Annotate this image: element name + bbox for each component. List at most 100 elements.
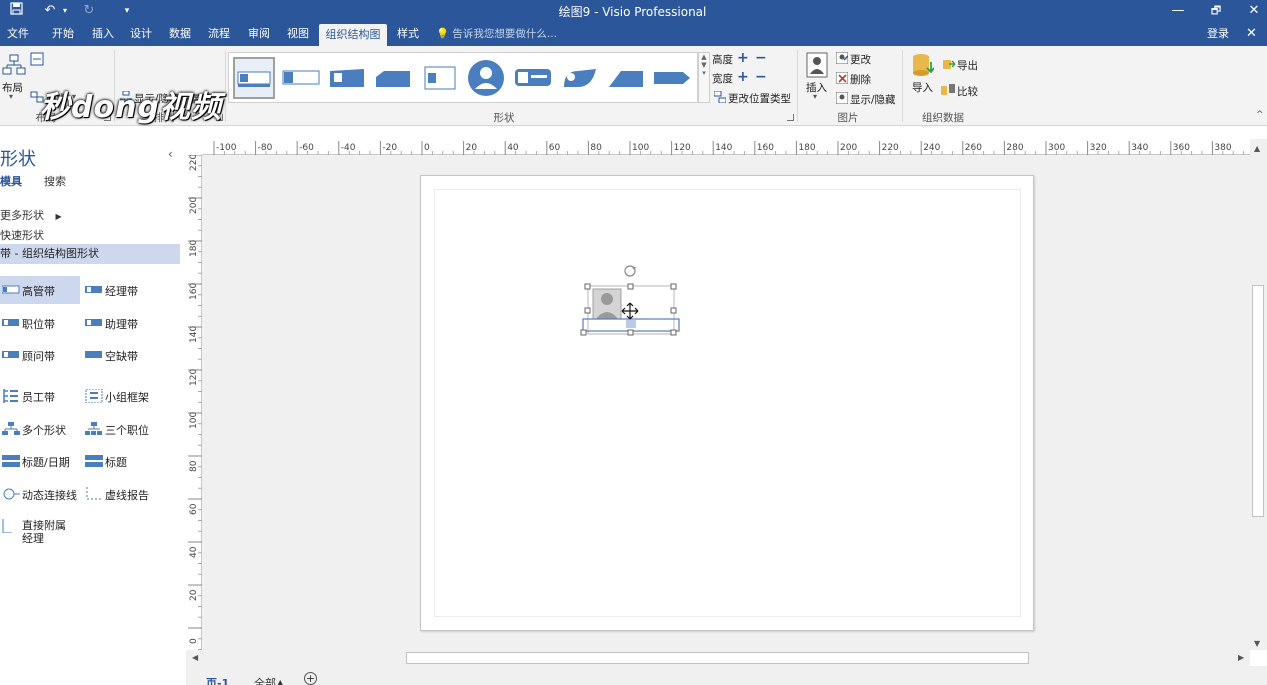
resize-handle[interactable] bbox=[627, 283, 634, 290]
tab-design[interactable]: 设计 bbox=[122, 22, 160, 46]
layout-icon[interactable] bbox=[2, 54, 26, 80]
stencil-header[interactable]: 带 - 组织结构图形状 bbox=[0, 244, 180, 264]
quick-shapes-link[interactable]: 快速形状 bbox=[0, 227, 44, 243]
scroll-up-icon[interactable]: ▲ bbox=[1254, 144, 1260, 153]
shape-item-vacancy[interactable]: 空缺带 bbox=[83, 341, 173, 369]
login-link[interactable]: 登录 bbox=[1207, 22, 1229, 46]
gallery-style-3[interactable] bbox=[326, 57, 368, 99]
import-data-button[interactable]: 导入 bbox=[912, 80, 933, 95]
gallery-style-1[interactable] bbox=[233, 57, 275, 99]
tell-me-box[interactable]: 💡 告诉我您想要做什么... bbox=[436, 22, 557, 46]
shape-item-dotted-line-report[interactable]: 虚线报告 bbox=[83, 480, 173, 508]
layout-dropdown-icon[interactable]: ▾ bbox=[9, 92, 13, 101]
resize-handle[interactable] bbox=[670, 307, 677, 314]
resize-handle[interactable] bbox=[580, 329, 587, 336]
shapes-launcher-icon[interactable] bbox=[787, 114, 794, 121]
shape-item-position[interactable]: 职位带 bbox=[0, 309, 80, 337]
export-data-icon[interactable] bbox=[943, 58, 956, 70]
save-icon[interactable] bbox=[8, 2, 24, 20]
page-tab-1[interactable]: 页-1 bbox=[206, 675, 229, 685]
customize-qat-icon[interactable]: ▾ bbox=[120, 2, 134, 20]
resize-handle[interactable] bbox=[584, 307, 591, 314]
gallery-style-4[interactable] bbox=[372, 57, 414, 99]
more-shapes-link[interactable]: 更多形状 ▶ bbox=[0, 207, 62, 223]
shape-item-manager[interactable]: 经理带 bbox=[83, 276, 173, 304]
gallery-style-8[interactable] bbox=[558, 57, 600, 99]
height-increase-icon[interactable]: + bbox=[737, 50, 749, 66]
drawing-page[interactable] bbox=[420, 175, 1034, 631]
shape-item-title-date[interactable]: 标题/日期 bbox=[0, 447, 80, 475]
tab-stencils[interactable]: 模具 bbox=[0, 173, 22, 189]
tab-file[interactable]: 文件 bbox=[0, 22, 36, 46]
import-data-icon[interactable] bbox=[912, 52, 935, 78]
tab-org-chart[interactable]: 组织结构图 bbox=[319, 24, 387, 46]
insert-picture-dropdown-icon[interactable]: ▾ bbox=[813, 92, 817, 101]
close-document-icon[interactable]: ✕ bbox=[1246, 22, 1257, 46]
gallery-style-7[interactable] bbox=[512, 57, 554, 99]
change-position-type-icon[interactable] bbox=[713, 90, 727, 104]
delete-picture-icon[interactable] bbox=[835, 71, 849, 85]
scroll-left-icon[interactable]: ◀ bbox=[192, 653, 198, 662]
org-chart-shape[interactable] bbox=[579, 259, 683, 339]
shape-item-staff[interactable]: 员工带 bbox=[0, 382, 80, 410]
shape-item-executive[interactable]: 高管带 bbox=[0, 276, 80, 304]
relayout-icon[interactable] bbox=[30, 52, 44, 66]
tab-review[interactable]: 审阅 bbox=[240, 22, 278, 46]
gallery-style-10[interactable] bbox=[651, 57, 693, 99]
delete-picture-button[interactable]: 删除 bbox=[850, 72, 871, 87]
change-picture-icon[interactable] bbox=[835, 51, 849, 65]
shape-item-three-positions[interactable]: 三个职位 bbox=[83, 415, 173, 443]
compare-data-icon[interactable] bbox=[941, 84, 955, 96]
resize-handle[interactable] bbox=[627, 329, 634, 336]
shape-item-title[interactable]: 标题 bbox=[83, 447, 173, 475]
gallery-style-5[interactable] bbox=[419, 57, 461, 99]
width-increase-icon[interactable]: + bbox=[737, 69, 749, 85]
shape-item-dynamic-connector[interactable]: 动态连接线 bbox=[0, 480, 80, 508]
tab-home[interactable]: 开始 bbox=[44, 22, 82, 46]
change-position-type-button[interactable]: 更改位置类型 bbox=[728, 91, 791, 106]
compare-data-button[interactable]: 比较 bbox=[957, 84, 978, 99]
horizontal-scroll-thumb[interactable] bbox=[406, 652, 1029, 664]
restore-button[interactable]: 🗗 bbox=[1197, 0, 1235, 22]
undo-dropdown-icon[interactable]: ▾ bbox=[60, 2, 70, 20]
vertical-scroll-thumb[interactable] bbox=[1252, 285, 1264, 517]
collapse-pane-icon[interactable]: ‹ bbox=[168, 147, 173, 161]
tab-search[interactable]: 搜索 bbox=[44, 173, 66, 189]
tab-data[interactable]: 数据 bbox=[161, 22, 199, 46]
minimize-button[interactable]: — bbox=[1159, 0, 1197, 22]
height-decrease-icon[interactable]: − bbox=[755, 50, 767, 66]
resize-handle[interactable] bbox=[584, 283, 591, 290]
gallery-style-2[interactable] bbox=[280, 57, 322, 99]
insert-picture-icon[interactable] bbox=[806, 52, 828, 78]
width-decrease-icon[interactable]: − bbox=[755, 69, 767, 85]
collapse-ribbon-icon[interactable]: ^ bbox=[1256, 110, 1264, 120]
export-data-button[interactable]: 导出 bbox=[957, 58, 978, 73]
resize-handle[interactable] bbox=[670, 329, 677, 336]
all-pages-button[interactable]: 全部▲ bbox=[254, 675, 284, 685]
show-hide-picture-button[interactable]: 显示/隐藏 bbox=[850, 92, 896, 107]
show-hide-picture-icon[interactable] bbox=[835, 91, 849, 105]
resize-handle[interactable] bbox=[670, 283, 677, 290]
vertical-scrollbar[interactable]: ▲ ▼ bbox=[1250, 139, 1267, 650]
gallery-style-9[interactable] bbox=[605, 57, 647, 99]
tab-style[interactable]: 样式 bbox=[389, 22, 427, 46]
drawing-canvas[interactable] bbox=[202, 155, 1250, 650]
gallery-scroll[interactable]: ▲ ▼ ▾ bbox=[698, 52, 710, 103]
gallery-style-6[interactable] bbox=[465, 57, 507, 99]
shape-item-multiple[interactable]: 多个形状 bbox=[0, 415, 80, 443]
close-button[interactable]: ✕ bbox=[1235, 0, 1267, 22]
horizontal-scrollbar[interactable]: ◀ ▶ bbox=[186, 650, 1250, 666]
add-page-icon[interactable]: + bbox=[304, 672, 317, 685]
shape-item-consultant[interactable]: 顾问带 bbox=[0, 341, 80, 369]
shape-item-assistant[interactable]: 助理带 bbox=[83, 309, 173, 337]
undo-icon[interactable]: ↶ bbox=[40, 2, 60, 20]
shape-item-team-frame[interactable]: 小组框架 bbox=[83, 382, 173, 410]
scroll-down-icon[interactable]: ▼ bbox=[1254, 639, 1260, 648]
tab-view[interactable]: 视图 bbox=[279, 22, 317, 46]
tab-process[interactable]: 流程 bbox=[200, 22, 238, 46]
shape-item-direct-report[interactable]: 直接附属经理 bbox=[0, 512, 80, 554]
redo-icon[interactable]: ↻ bbox=[80, 2, 98, 20]
tab-insert[interactable]: 插入 bbox=[84, 22, 122, 46]
scroll-right-icon[interactable]: ▶ bbox=[1238, 653, 1244, 662]
change-picture-button[interactable]: 更改 bbox=[850, 52, 871, 67]
